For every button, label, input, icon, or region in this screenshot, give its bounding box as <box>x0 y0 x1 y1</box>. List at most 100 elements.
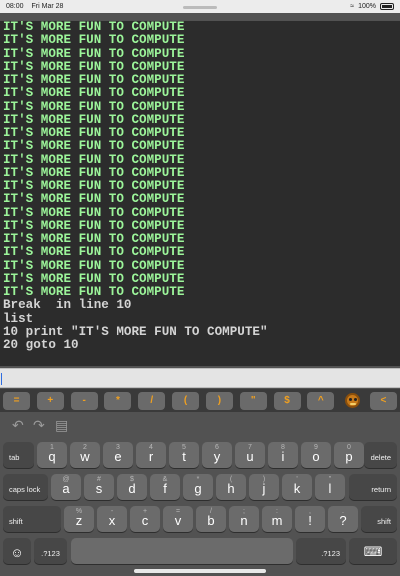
terminal-output-line: IT'S MORE FUN TO COMPUTE <box>3 152 185 167</box>
key-z[interactable]: % z <box>64 506 94 532</box>
terminal-echo-line: list <box>3 311 34 326</box>
symbol-key[interactable]: ( <box>172 391 200 410</box>
key-label: e <box>114 449 122 464</box>
symbol-key[interactable]: + <box>36 391 64 410</box>
key-f[interactable]: & f <box>150 474 180 500</box>
key-e[interactable]: 3e <box>103 442 133 468</box>
numbers-key-right[interactable]: .?123 <box>296 538 346 564</box>
terminal-output-line: IT'S MORE FUN TO COMPUTE <box>3 73 185 87</box>
key-function-label: caps lock <box>9 485 41 494</box>
status-right: ≈ 100% <box>350 3 394 10</box>
terminal-output-line: IT'S MORE FUN TO COMPUTE <box>3 112 185 127</box>
key-i[interactable]: 8i <box>268 442 298 468</box>
key-exclaim[interactable]: ,! <box>295 506 325 532</box>
key-function-label: .?123 <box>321 549 340 558</box>
status-time: 08:00 <box>6 3 24 10</box>
key-label: h <box>227 481 235 496</box>
key-label: n <box>240 513 248 528</box>
key-q[interactable]: 1q <box>37 442 67 468</box>
terminal-output-line: IT'S MORE FUN TO COMPUTE <box>3 218 185 233</box>
terminal-output[interactable]: IT'S MORE FUN TO COMPUTE IT'S MORE FUN TO… <box>0 21 400 366</box>
symbol-key[interactable]: " <box>239 391 267 410</box>
key-l[interactable]: " l <box>315 474 345 500</box>
key-label: f <box>163 481 167 496</box>
home-indicator <box>134 569 266 573</box>
symbol-key[interactable]: / <box>138 391 166 410</box>
key-function-label: return <box>371 485 391 494</box>
key-w[interactable]: 2w <box>70 442 100 468</box>
key-a[interactable]: @ a <box>51 474 81 500</box>
key-label: x <box>108 513 116 528</box>
caps-lock-key[interactable]: caps lock <box>3 474 48 500</box>
undo-icon[interactable]: ↶ <box>12 418 24 432</box>
key-s[interactable]: # s <box>84 474 114 500</box>
key-v[interactable]: = v <box>163 506 193 532</box>
command-input[interactable] <box>0 368 400 388</box>
symbol-key[interactable]: - <box>70 391 98 410</box>
battery-percent: 100% <box>358 3 376 10</box>
space-bar[interactable] <box>71 538 293 564</box>
status-date: Fri Mar 28 <box>31 3 64 10</box>
symbol-key[interactable]: $ <box>273 391 301 410</box>
symbol-key[interactable]: * <box>104 391 132 410</box>
terminal-output-line: IT'S MORE FUN TO COMPUTE <box>3 99 185 114</box>
mascot-icon[interactable] <box>341 392 363 410</box>
key-x[interactable]: -x <box>97 506 127 532</box>
terminal-output-line: IT'S MORE FUN TO COMPUTE <box>3 205 185 220</box>
symbol-key[interactable]: ^ <box>307 391 335 410</box>
key-j[interactable]: ) j <box>249 474 279 500</box>
text-cursor <box>1 373 2 385</box>
terminal-output-line: IT'S MORE FUN TO COMPUTE <box>3 59 185 74</box>
symbol-key[interactable]: < <box>369 391 397 410</box>
redo-icon[interactable]: ↷ <box>33 418 45 432</box>
keyboard-toolbar: ↶ ↷ ▤ <box>0 412 400 440</box>
key-d[interactable]: $ d <box>117 474 147 500</box>
delete-key[interactable]: delete <box>364 442 397 468</box>
terminal-output-line: IT'S MORE FUN TO COMPUTE <box>3 179 185 193</box>
key-t[interactable]: 5t <box>169 442 199 468</box>
emoji-icon: ☺ <box>10 545 24 560</box>
key-y[interactable]: 6y <box>202 442 232 468</box>
shift-right-key[interactable]: shift <box>361 506 397 532</box>
terminal-output-line: IT'S MORE FUN TO COMPUTE <box>3 139 185 154</box>
terminal-output-line: IT'S MORE FUN TO COMPUTE <box>3 21 185 34</box>
key-label: v <box>174 513 182 528</box>
symbol-accessory-bar: = + - * / () " $ ^ < <box>0 389 400 412</box>
key-b[interactable]: / b <box>196 506 226 532</box>
key-label: m <box>271 513 283 528</box>
numbers-key-left[interactable]: .?123 <box>34 538 67 564</box>
terminal-output-line: IT'S MORE FUN TO COMPUTE <box>3 192 185 207</box>
wifi-icon: ≈ <box>350 3 355 10</box>
terminal-output-line: IT'S MORE FUN TO COMPUTE <box>3 271 185 286</box>
terminal-echo-line: Break in line 10 <box>3 298 132 313</box>
key-label: j <box>262 481 266 496</box>
key-k[interactable]: ' k <box>282 474 312 500</box>
key-label: ! <box>308 513 312 528</box>
key-u[interactable]: 7u <box>235 442 265 468</box>
key-o[interactable]: 9o <box>301 442 331 468</box>
tab-key[interactable]: tab <box>3 442 34 468</box>
key-h[interactable]: (h <box>216 474 246 500</box>
key-m[interactable]: :m <box>262 506 292 532</box>
symbol-key[interactable]: ) <box>205 391 233 410</box>
key-label: o <box>312 449 320 464</box>
key-g[interactable]: * g <box>183 474 213 500</box>
keyboard-dismiss-key[interactable]: ⌨ <box>349 538 397 564</box>
shift-left-key[interactable]: shift <box>3 506 61 532</box>
symbol-key[interactable]: = <box>3 391 30 410</box>
key-question[interactable]: .? <box>328 506 358 532</box>
emoji-key[interactable]: ☺ <box>3 538 31 564</box>
key-p[interactable]: 0p <box>334 442 364 468</box>
keyboard-dismiss-icon: ⌨ <box>363 544 383 559</box>
return-key[interactable]: return <box>349 474 397 500</box>
key-label: q <box>48 449 56 464</box>
terminal-output-line: IT'S MORE FUN TO COMPUTE <box>3 46 185 61</box>
multitasking-grabber[interactable] <box>183 6 217 9</box>
key-c[interactable]: + c <box>130 506 160 532</box>
key-label: g <box>194 481 202 496</box>
key-function-label: shift <box>9 517 23 526</box>
paste-icon[interactable]: ▤ <box>55 418 68 432</box>
key-r[interactable]: 4r <box>136 442 166 468</box>
key-label: s <box>95 481 103 496</box>
key-n[interactable]: ; n <box>229 506 259 532</box>
